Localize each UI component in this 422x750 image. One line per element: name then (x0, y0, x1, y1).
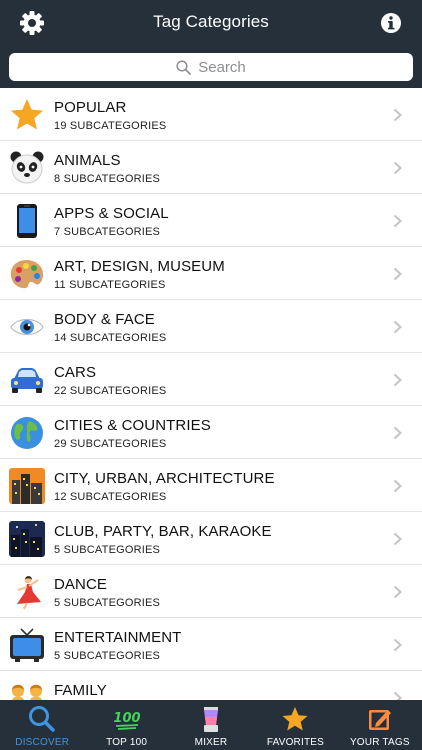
category-name: CARS (54, 364, 97, 381)
panda-icon (9, 150, 45, 186)
category-name: CLUB, PARTY, BAR, KARAOKE (54, 523, 272, 540)
eye-icon (9, 309, 45, 345)
subcategory-count: 12 SUBCATEGORIES (54, 491, 167, 503)
list-item[interactable]: ANIMALS 8 SUBCATEGORIES (0, 141, 422, 194)
subcategory-count: 5 SUBCATEGORIES (54, 650, 161, 662)
subcategory-count: 7 SUBCATEGORIES (54, 226, 161, 238)
category-name: CITY, URBAN, ARCHITECTURE (54, 470, 275, 487)
svg-text:100: 100 (113, 711, 140, 726)
chevron-right-icon (393, 585, 402, 599)
hundred-icon: 100 (113, 711, 140, 730)
category-name: CITIES & COUNTRIES (54, 417, 211, 434)
list-item[interactable]: ENTERTAINMENT 5 SUBCATEGORIES (0, 618, 422, 671)
list-item[interactable]: CITIES & COUNTRIES 29 SUBCATEGORIES (0, 406, 422, 459)
subcategory-count: 19 SUBCATEGORIES (54, 120, 167, 132)
category-name: ANIMALS (54, 152, 121, 169)
search-input[interactable]: Search (9, 53, 413, 81)
chevron-right-icon (393, 373, 402, 387)
category-name: POPULAR (54, 99, 127, 116)
chevron-right-icon (393, 532, 402, 546)
chevron-right-icon (393, 161, 402, 175)
list-item[interactable]: BODY & FACE 14 SUBCATEGORIES (0, 300, 422, 353)
chevron-right-icon (393, 214, 402, 228)
category-name: APPS & SOCIAL (54, 205, 169, 222)
subcategory-count: 11 SUBCATEGORIES (54, 279, 166, 291)
tab-your-tags[interactable]: YOUR TAGS (338, 700, 422, 750)
phone-icon (9, 203, 45, 239)
list-item[interactable]: FAMILY (0, 671, 422, 700)
search-placeholder: Search (198, 58, 246, 76)
list-item[interactable]: CLUB, PARTY, BAR, KARAOKE 5 SUBCATEGORIE… (0, 512, 422, 565)
category-name: BODY & FACE (54, 311, 155, 328)
tab-label: MIXER (194, 737, 228, 748)
tab-label: FAVORITES (266, 737, 325, 748)
edit-icon (368, 710, 391, 730)
tab-mixer[interactable]: MIXER (169, 700, 253, 750)
subcategory-count: 14 SUBCATEGORIES (54, 332, 167, 344)
subcategory-count: 5 SUBCATEGORIES (54, 597, 161, 609)
star-icon (9, 97, 45, 133)
top-bar: Tag Categories Search (0, 0, 422, 88)
list-item[interactable]: POPULAR 19 SUBCATEGORIES (0, 88, 422, 141)
list-item[interactable]: CITY, URBAN, ARCHITECTURE 12 SUBCATEGORI… (0, 459, 422, 512)
search-icon (29, 706, 55, 732)
night-city-icon (9, 521, 45, 557)
tab-label: DISCOVER (15, 737, 70, 748)
category-name: DANCE (54, 576, 108, 593)
list-item[interactable]: ART, DESIGN, MUSEUM 11 SUBCATEGORIES (0, 247, 422, 300)
chevron-right-icon (393, 638, 402, 652)
list-item[interactable]: APPS & SOCIAL 7 SUBCATEGORIES (0, 194, 422, 247)
subcategory-count: 29 SUBCATEGORIES (54, 438, 167, 450)
list-item[interactable]: CARS 22 SUBCATEGORIES (0, 353, 422, 406)
category-name: ENTERTAINMENT (54, 629, 182, 646)
info-icon[interactable] (380, 12, 402, 34)
chevron-right-icon (393, 320, 402, 334)
blender-icon (204, 707, 219, 732)
globe-icon (9, 415, 45, 451)
category-name: ART, DESIGN, MUSEUM (54, 258, 225, 275)
subcategory-count: 8 SUBCATEGORIES (54, 173, 161, 185)
chevron-right-icon (393, 267, 402, 281)
chevron-right-icon (393, 108, 402, 122)
search-icon (176, 59, 192, 75)
chevron-right-icon (393, 426, 402, 440)
family-icon (9, 680, 45, 700)
page-title: Tag Categories (153, 12, 269, 31)
tab-top-100[interactable]: 100 TOP 100 (84, 700, 168, 750)
tab-discover[interactable]: DISCOVER (0, 700, 84, 750)
chevron-right-icon (393, 691, 402, 700)
tab-label: TOP 100 (106, 737, 148, 748)
cityscape-icon (9, 468, 45, 504)
list-item[interactable]: DANCE 5 SUBCATEGORIES (0, 565, 422, 618)
subcategory-count: 5 SUBCATEGORIES (54, 544, 161, 556)
chevron-right-icon (393, 479, 402, 493)
palette-icon (9, 256, 45, 292)
tab-label: YOUR TAGS (349, 737, 410, 748)
car-icon (9, 362, 45, 398)
star-icon (282, 707, 308, 731)
subcategory-count: 22 SUBCATEGORIES (54, 385, 167, 397)
dancer-icon (9, 574, 45, 610)
category-name: FAMILY (54, 682, 107, 699)
tv-icon (9, 627, 45, 663)
tab-favorites[interactable]: FAVORITES (253, 700, 337, 750)
tab-bar: DISCOVER 100 TOP 100 MIXER FAVORITES YOU… (0, 700, 422, 750)
category-list[interactable]: POPULAR 19 SUBCATEGORIES ANIMALS 8 SUBCA… (0, 88, 422, 700)
